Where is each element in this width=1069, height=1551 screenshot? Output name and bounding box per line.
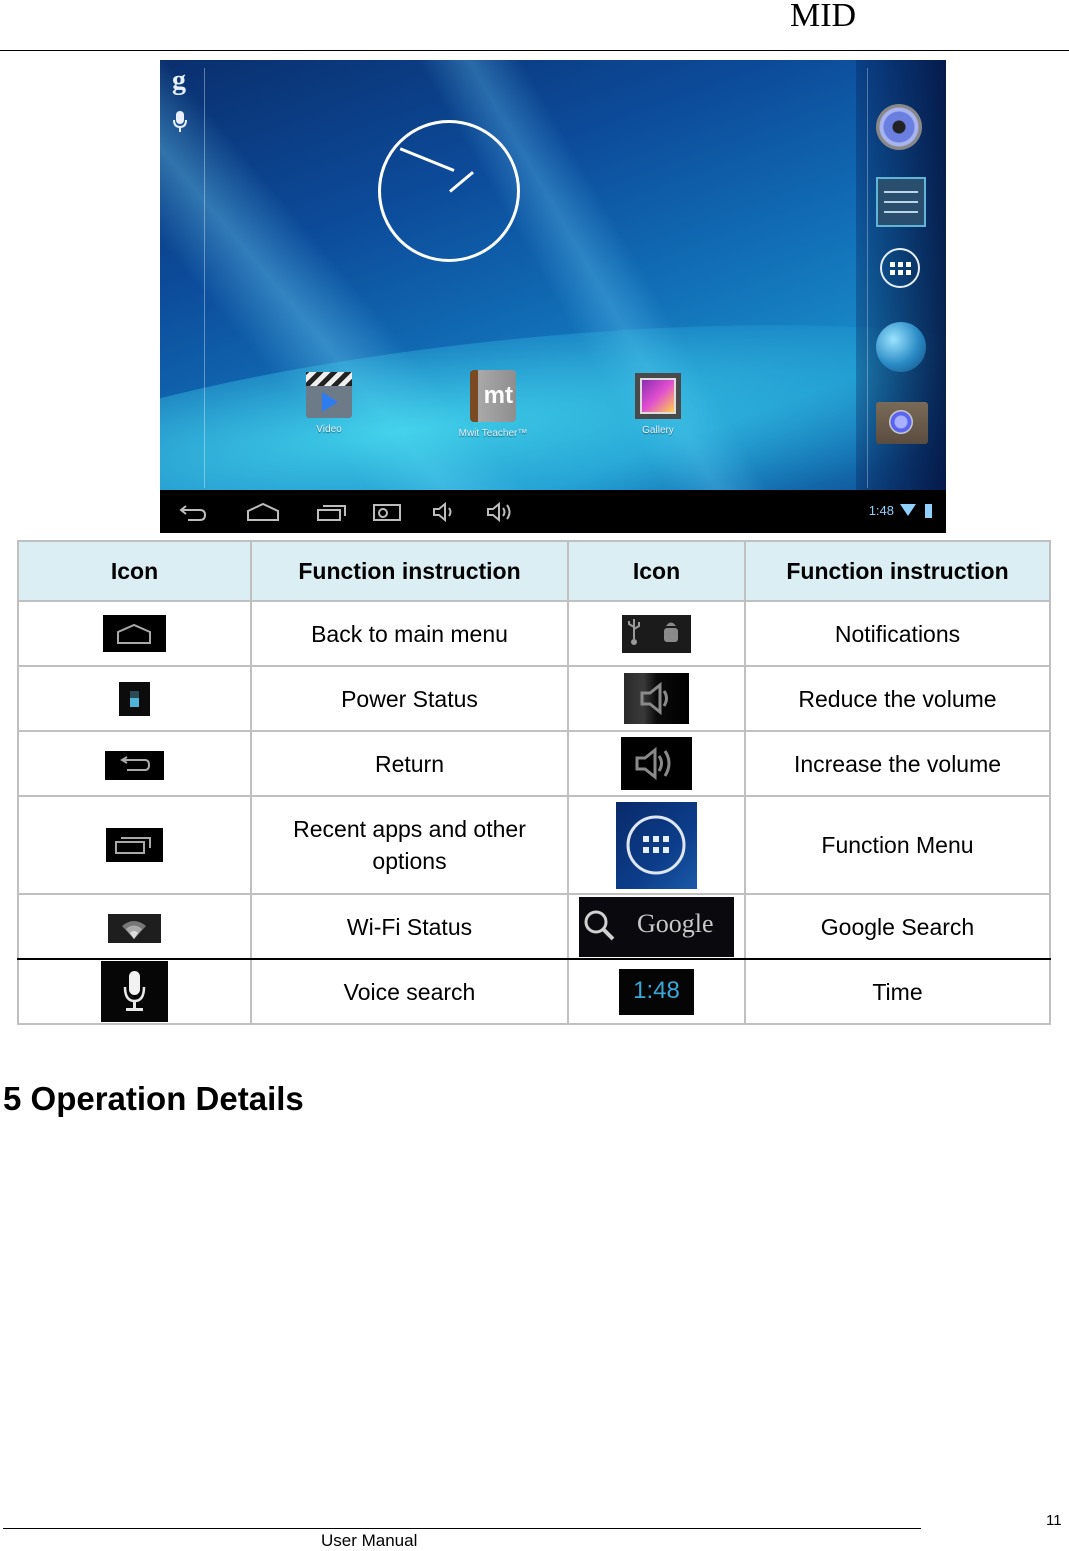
clock-minute-hand <box>399 147 455 172</box>
function-text: Increase the volume <box>744 730 1051 797</box>
function-text: Function Menu <box>744 795 1051 895</box>
search-bar-divider <box>204 68 205 488</box>
all-apps-icon[interactable] <box>880 248 920 288</box>
volume-down-icon[interactable] <box>432 501 458 527</box>
home-icon[interactable] <box>246 502 280 527</box>
footer-rule <box>3 1528 921 1529</box>
google-search-icon: Google <box>579 896 734 957</box>
volume-down-icon <box>624 673 689 724</box>
function-text: Back to main menu <box>250 600 569 667</box>
dock-divider <box>867 68 868 488</box>
table-row: Recent apps and other options Function M… <box>17 795 1051 895</box>
function-text: Time <box>744 958 1051 1025</box>
page-number: 11 <box>1046 1512 1062 1529</box>
recent-apps-icon <box>106 828 163 863</box>
mwit-teacher-app-icon: mt <box>470 370 516 422</box>
back-icon[interactable] <box>178 502 208 527</box>
function-text: Wi-Fi Status <box>250 893 569 960</box>
analog-clock-widget[interactable] <box>378 120 520 262</box>
icon-function-table: Icon Function instruction Icon Function … <box>17 540 1051 1025</box>
table-row: Back to main menu Notifications <box>17 600 1051 667</box>
wifi-status-icon <box>900 504 916 516</box>
table-row: Voice search 1:48 Time <box>17 958 1051 1025</box>
browser-globe-icon[interactable] <box>876 322 926 372</box>
function-text: Power Status <box>250 665 569 732</box>
table-row: Wi-Fi Status Google Google Search <box>17 893 1051 960</box>
header-rule <box>0 50 1069 51</box>
function-text: Voice search <box>250 958 569 1025</box>
tablet-home-screenshot: g Video mt Mwit Teacher™ Gallery 1:48 <box>160 60 946 533</box>
time-icon: 1:48 <box>619 968 694 1015</box>
volume-up-icon <box>621 737 692 790</box>
battery-status-icon <box>925 504 932 518</box>
voice-search-icon[interactable] <box>172 110 188 139</box>
app-label: Mwit Teacher™ <box>458 428 528 439</box>
column-header: Function instruction <box>250 540 569 602</box>
home-icon <box>103 615 166 652</box>
function-text: Return <box>250 730 569 797</box>
return-icon <box>105 750 164 780</box>
screenshot-icon[interactable] <box>372 502 402 527</box>
app-label: Gallery <box>642 425 674 436</box>
voice-search-icon <box>101 961 168 1022</box>
column-header: Icon <box>17 540 252 602</box>
table-row: Return Increase the volume <box>17 730 1051 797</box>
google-logo-text: Google <box>637 908 714 938</box>
system-navigation-bar: 1:48 <box>160 490 946 533</box>
wifi-icon <box>108 913 161 943</box>
video-app-icon <box>306 372 352 418</box>
recent-apps-icon[interactable] <box>316 502 348 527</box>
function-text: Recent apps and other options <box>250 795 569 895</box>
function-text: Reduce the volume <box>744 665 1051 732</box>
app-gallery[interactable]: Gallery <box>613 373 703 436</box>
clock-hour-hand <box>449 171 474 193</box>
app-video[interactable]: Video <box>284 372 374 435</box>
column-header: Function instruction <box>744 540 1051 602</box>
gallery-app-icon <box>635 373 681 419</box>
section-heading: 5 Operation Details <box>3 1080 304 1117</box>
settings-icon[interactable] <box>876 177 926 227</box>
google-search-icon[interactable]: g <box>172 65 186 97</box>
volume-up-icon[interactable] <box>486 501 516 527</box>
time-display-text: 1:48 <box>633 976 680 1004</box>
table-row: Power Status Reduce the volume <box>17 665 1051 732</box>
app-mwit-teacher[interactable]: mt Mwit Teacher™ <box>448 370 538 439</box>
battery-icon <box>119 681 150 716</box>
table-header-row: Icon Function instruction Icon Function … <box>17 540 1051 602</box>
function-text: Google Search <box>744 893 1051 960</box>
camera-icon[interactable] <box>876 402 928 444</box>
function-menu-icon <box>616 801 697 889</box>
music-icon[interactable] <box>876 104 922 150</box>
function-text: Notifications <box>744 600 1051 667</box>
status-time: 1:48 <box>868 503 894 518</box>
footer-label: User Manual <box>321 1531 418 1550</box>
document-header-title: MID <box>790 0 857 34</box>
column-header: Icon <box>567 540 746 602</box>
app-label: Video <box>316 424 342 435</box>
notifications-icon <box>622 614 691 653</box>
